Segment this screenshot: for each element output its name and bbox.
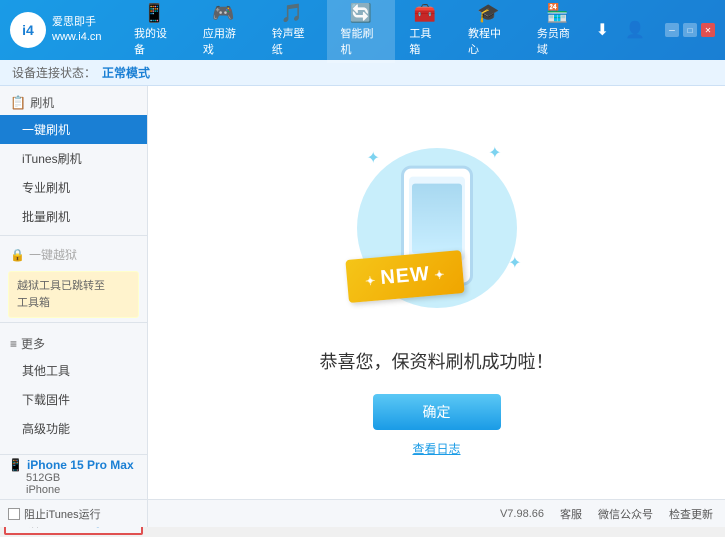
nav-my-device-label: 我的设备 (134, 25, 175, 57)
status-bar: 设备连接状态： 正常模式 (0, 60, 725, 86)
itunes-bar: 阻止iTunes运行 (0, 499, 148, 527)
sidebar-flash-section: 📋 刷机 (0, 86, 147, 115)
maximize-button[interactable]: □ (683, 23, 697, 37)
sparkle-3: ✦ (508, 253, 521, 273)
nav-tutorials-label: 教程中心 (468, 25, 509, 57)
logo-text: 爱思即手 www.i4.cn (52, 15, 102, 46)
sidebar-more-section: ≡ 更多 (0, 327, 147, 356)
itunes-label: 阻止iTunes运行 (24, 506, 101, 522)
content-area: NEW ✦ ✦ ✦ 恭喜您，保资料刷机成功啦！ 确定 查看日志 (148, 86, 725, 499)
version-text: V7.98.66 (500, 508, 544, 520)
view-log-link[interactable]: 查看日志 (412, 440, 460, 457)
sidebar-item-download-firmware[interactable]: 下载固件 (0, 385, 147, 414)
nav-ringtones[interactable]: 🎵 铃声壁纸 (258, 0, 327, 63)
sidebar-item-one-click-flash[interactable]: 一键刷机 (0, 115, 147, 144)
wechat-link[interactable]: 微信公众号 (598, 506, 653, 522)
device-info-panel: 📱 iPhone 15 Pro Max 512GB iPhone (0, 454, 148, 499)
main-layout: 📋 刷机 一键刷机 iTunes刷机 专业刷机 批量刷机 🔒 一键越狱 越狱工具… (0, 86, 725, 499)
check-update-link[interactable]: 检查更新 (669, 506, 713, 522)
nav-ringtones-label: 铃声壁纸 (272, 25, 313, 57)
nav-toolbox-label: 工具箱 (409, 25, 440, 57)
download-button[interactable]: ⬇ (592, 16, 613, 44)
nav-toolbox-icon: 🧰 (413, 4, 435, 22)
status-label: 设备连接状态： (12, 64, 96, 81)
logo-area: i4 爱思即手 www.i4.cn (10, 12, 120, 48)
sidebar-divider-2 (0, 322, 147, 323)
header-right: ⬇ 👤 ─ □ ✕ (592, 16, 715, 44)
sidebar-item-itunes-flash[interactable]: iTunes刷机 (0, 144, 147, 173)
nav-smart-flash[interactable]: 🔄 智能刷机 (327, 0, 396, 63)
sidebar-jailbreak-section: 🔒 一键越狱 (0, 240, 147, 267)
flash-section-label: 刷机 (30, 94, 54, 111)
device-icon: 📱 (8, 458, 23, 472)
nav-bar: 📱 我的设备 🎮 应用游戏 🎵 铃声壁纸 🔄 智能刷机 🧰 工具箱 🎓 教程中心… (120, 0, 592, 63)
nav-tutorials-icon: 🎓 (477, 4, 499, 22)
jailbreak-notice: 越狱工具已跳转至 工具箱 (8, 271, 139, 318)
customer-service-link[interactable]: 客服 (560, 506, 582, 522)
nav-ringtones-icon: 🎵 (281, 4, 303, 22)
nav-my-device[interactable]: 📱 我的设备 (120, 0, 189, 63)
nav-apps-games[interactable]: 🎮 应用游戏 (189, 0, 258, 63)
success-illustration: NEW ✦ ✦ ✦ (337, 128, 537, 328)
more-icon: ≡ (10, 337, 17, 351)
nav-business-icon: 🏪 (546, 4, 568, 22)
nav-business[interactable]: 🏪 务员商域 (523, 0, 592, 63)
success-text: 恭喜您，保资料刷机成功啦！ (320, 348, 554, 374)
sidebar-item-other-tools[interactable]: 其他工具 (0, 356, 147, 385)
sparkle-2: ✦ (488, 143, 501, 163)
nav-apps-icon: 🎮 (212, 4, 234, 22)
close-button[interactable]: ✕ (701, 23, 715, 37)
bottom-bar: V7.98.66 客服 微信公众号 检查更新 (148, 500, 725, 527)
window-controls: ─ □ ✕ (665, 23, 715, 37)
minimize-button[interactable]: ─ (665, 23, 679, 37)
device-name: 📱 iPhone 15 Pro Max (8, 458, 139, 472)
sidebar: 📋 刷机 一键刷机 iTunes刷机 专业刷机 批量刷机 🔒 一键越狱 越狱工具… (0, 86, 148, 499)
nav-business-label: 务员商域 (537, 25, 578, 57)
confirm-button[interactable]: 确定 (373, 394, 501, 430)
sidebar-item-pro-flash[interactable]: 专业刷机 (0, 173, 147, 202)
status-value: 正常模式 (102, 64, 150, 81)
sidebar-item-batch-flash[interactable]: 批量刷机 (0, 202, 147, 231)
sparkle-1: ✦ (367, 148, 380, 168)
header: i4 爱思即手 www.i4.cn 📱 我的设备 🎮 应用游戏 🎵 铃声壁纸 🔄… (0, 0, 725, 60)
itunes-checkbox[interactable] (8, 508, 20, 520)
lock-icon: 🔒 (10, 248, 25, 262)
device-type: iPhone (8, 484, 139, 496)
nav-apps-label: 应用游戏 (203, 25, 244, 57)
sidebar-divider-1 (0, 235, 147, 236)
logo-icon: i4 (10, 12, 46, 48)
phone-screen (409, 177, 465, 261)
nav-smart-flash-label: 智能刷机 (341, 25, 382, 57)
nav-my-device-icon: 📱 (143, 4, 165, 22)
user-button[interactable]: 👤 (621, 16, 649, 44)
nav-toolbox[interactable]: 🧰 工具箱 (395, 0, 454, 63)
nav-tutorials[interactable]: 🎓 教程中心 (454, 0, 523, 63)
device-storage: 512GB (8, 472, 139, 484)
nav-smart-flash-icon: 🔄 (350, 4, 372, 22)
sidebar-item-advanced[interactable]: 高级功能 (0, 414, 147, 443)
phone-screen-inner (412, 184, 462, 254)
flash-section-icon: 📋 (10, 95, 26, 111)
